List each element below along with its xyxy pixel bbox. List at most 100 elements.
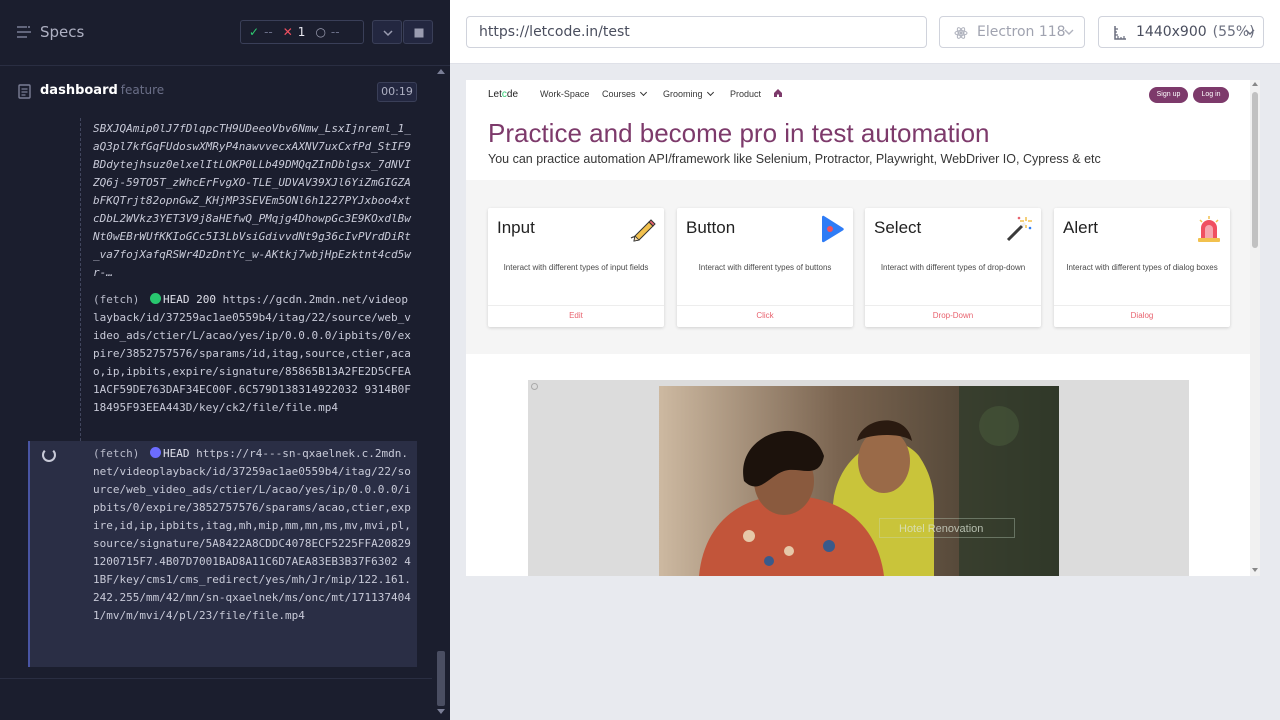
logo-text-end: de (506, 89, 519, 100)
viewport-size: 1440x900 (1136, 24, 1207, 40)
expand-button[interactable] (372, 20, 402, 44)
spec-extension: feature (120, 83, 165, 97)
nav-product[interactable]: Product (730, 89, 761, 99)
aut-scrollbar[interactable] (1250, 80, 1260, 576)
scroll-down-icon[interactable] (1252, 568, 1258, 572)
x-icon: ✕ (282, 25, 293, 39)
status-dot-icon (149, 447, 161, 458)
menu-icon[interactable] (16, 24, 32, 40)
check-icon: ✓ (249, 25, 260, 39)
magic-wand-icon (1006, 216, 1032, 242)
hero-title: Practice and become pro in test automati… (488, 118, 990, 148)
video-caption: Hotel Renovation (899, 523, 984, 535)
card-select: Select Interact with different types of … (865, 208, 1041, 327)
log-url: https://gcdn.2mdn.net/videoplayback/id/3… (93, 293, 411, 414)
scroll-up-icon[interactable] (437, 69, 445, 74)
stop-button[interactable] (403, 20, 433, 44)
card-description: Interact with different types of buttons (698, 263, 832, 272)
spec-row[interactable]: dashboard feature 00:19 (0, 66, 432, 118)
card-link-click[interactable]: Click (677, 305, 853, 327)
aut-header: https://letcode.in/test Electron 118 144… (450, 0, 1280, 64)
chevron-down-icon (706, 88, 714, 97)
log-entry[interactable]: (fetch) HEAD 200 https://gcdn.2mdn.net/v… (93, 291, 413, 417)
aut-iframe[interactable]: Letcde Work-Space Courses Grooming Produ… (466, 80, 1260, 576)
home-icon[interactable] (773, 88, 783, 98)
loading-spinner-icon (42, 448, 56, 462)
log-status: 200 (196, 293, 216, 306)
card-title: Input (497, 218, 535, 237)
card-link-dialog[interactable]: Dialog (1054, 305, 1230, 327)
card-description: Interact with different types of input f… (503, 263, 649, 272)
card-button: Button Interact with different types of … (677, 208, 853, 327)
scroll-thumb[interactable] (437, 651, 445, 706)
card-link-edit[interactable]: Edit (488, 305, 664, 327)
log-command: (fetch) (93, 293, 140, 306)
log-method: HEAD (162, 447, 190, 460)
pending-count: -- (330, 25, 340, 39)
hero-subtitle: You can practice automation API/framewor… (488, 152, 1101, 166)
video-ad-container[interactable]: Hotel Renovation (528, 380, 1189, 576)
browser-selector[interactable]: Electron 118 (939, 16, 1085, 48)
scroll-down-icon[interactable] (437, 709, 445, 714)
hero-section: Practice and become pro in test automati… (466, 108, 1250, 180)
reporter-footer (0, 678, 432, 720)
browser-label: Electron 118 (977, 24, 1066, 40)
specs-header: Specs ✓ -- ✕ 1 ○ -- (0, 0, 450, 66)
site-navbar: Letcde Work-Space Courses Grooming Produ… (466, 80, 1250, 108)
chevron-down-icon (1064, 29, 1074, 35)
log-command: (fetch) (93, 447, 140, 460)
log-method: HEAD (162, 293, 190, 306)
status-dot-icon (149, 293, 161, 304)
document-icon (18, 84, 31, 99)
scroll-up-icon[interactable] (1252, 82, 1258, 86)
reporter-scrollbar[interactable] (432, 66, 450, 720)
spec-file-name: dashboard (40, 83, 118, 98)
nav-grooming-label: Grooming (663, 89, 703, 99)
log-entry-text: (fetch) HEAD https://r4---sn-qxaelnek.c.… (93, 445, 413, 625)
log-entry-active[interactable]: (fetch) HEAD https://r4---sn-qxaelnek.c.… (28, 441, 417, 667)
siren-icon (1198, 216, 1220, 242)
info-icon[interactable] (531, 383, 538, 390)
pending-icon: ○ (315, 25, 326, 39)
spec-name: dashboard feature (40, 83, 164, 98)
nav-workspace[interactable]: Work-Space (540, 89, 589, 99)
play-button-icon (822, 215, 844, 243)
viewport-selector[interactable]: 1440x900 (55%) (1098, 16, 1264, 48)
signup-button[interactable]: Sign up (1149, 87, 1188, 103)
pending-stat: ○ -- (315, 25, 349, 39)
card-link-dropdown[interactable]: Drop-Down (865, 305, 1041, 327)
chevron-down-icon (639, 88, 647, 97)
passed-stat: ✓ -- (249, 25, 283, 39)
card-input: Input Interact with different types of i… (488, 208, 664, 327)
cards-section: Input Interact with different types of i… (466, 180, 1250, 354)
command-log[interactable]: SBXJQAmip0lJ7fDlqpcTH9UDeeoVbv6Nmw_LsxIj… (0, 118, 432, 678)
scroll-thumb[interactable] (1252, 92, 1258, 248)
video-ad-section: Hotel Renovation (466, 380, 1250, 576)
card-title: Alert (1063, 218, 1098, 237)
card-description: Interact with different types of dialog … (1066, 263, 1218, 272)
stop-icon (414, 28, 424, 38)
video-frame-image (659, 386, 1059, 576)
site-logo[interactable]: Letcde (488, 89, 518, 100)
logo-text-start: Let (488, 89, 502, 100)
log-text-continuation: SBXJQAmip0lJ7fDlqpcTH9UDeeoVbv6Nmw_LsxIj… (93, 122, 411, 279)
nav-grooming[interactable]: Grooming (663, 88, 714, 99)
nav-courses[interactable]: Courses (602, 88, 647, 99)
run-stats: ✓ -- ✕ 1 ○ -- (240, 20, 364, 44)
chevron-down-icon (1245, 29, 1255, 35)
specs-title[interactable]: Specs (40, 23, 84, 41)
log-url: https://r4---sn-qxaelnek.c.2mdn.net/vide… (93, 447, 411, 622)
card-description: Interact with different types of drop-do… (880, 263, 1026, 272)
failed-count: 1 (297, 25, 306, 39)
video-player[interactable]: Hotel Renovation (659, 386, 1059, 576)
passed-count: -- (264, 25, 273, 39)
card-title: Button (686, 218, 736, 237)
spec-duration: 00:19 (377, 82, 417, 102)
ruler-icon (1114, 26, 1126, 40)
chevron-down-icon (383, 30, 393, 37)
login-button[interactable]: Log in (1193, 87, 1229, 103)
card-alert: Alert Interact with different types of d… (1054, 208, 1230, 327)
failed-stat: ✕ 1 (283, 25, 316, 39)
reporter-panel: Specs ✓ -- ✕ 1 ○ -- dashboard feature 00:19 … (0, 0, 450, 720)
url-bar[interactable]: https://letcode.in/test (466, 16, 927, 48)
